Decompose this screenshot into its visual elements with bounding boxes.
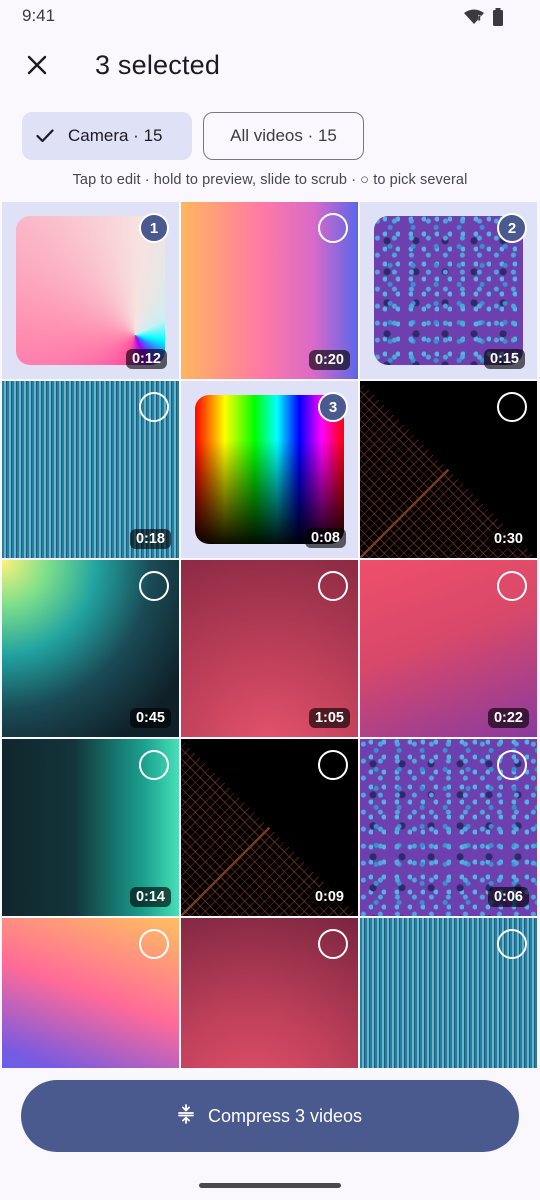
select-circle[interactable] — [139, 571, 169, 601]
video-tile[interactable] — [360, 918, 537, 1068]
select-circle[interactable] — [497, 571, 527, 601]
video-tile[interactable]: 3 0:08 — [181, 381, 358, 558]
home-indicator — [199, 1183, 341, 1188]
duration-label: 0:20 — [308, 350, 350, 370]
video-tile[interactable]: 0:22 — [360, 560, 537, 737]
check-icon — [36, 129, 54, 143]
duration-label: 0:14 — [129, 887, 171, 907]
filter-chip-all-videos[interactable]: All videos · 15 — [203, 112, 364, 160]
video-tile[interactable] — [2, 918, 179, 1068]
select-circle[interactable] — [497, 750, 527, 780]
compress-button-label: Compress 3 videos — [207, 1105, 363, 1126]
select-circle[interactable] — [139, 750, 169, 780]
video-tile[interactable]: 1:05 — [181, 560, 358, 737]
duration-label: 0:09 — [308, 887, 350, 907]
video-tile[interactable]: 0:14 — [2, 739, 179, 916]
video-tile[interactable]: 0:06 — [360, 739, 537, 916]
duration-label: 0:22 — [487, 708, 529, 728]
video-tile[interactable]: 2 0:15 — [360, 202, 537, 379]
close-icon — [26, 54, 48, 81]
video-tile[interactable]: 0:09 — [181, 739, 358, 916]
compress-icon — [178, 1103, 194, 1129]
selection-order-badge[interactable]: 3 — [318, 392, 348, 422]
duration-label: 0:12 — [125, 349, 167, 369]
select-circle[interactable] — [139, 392, 169, 422]
wifi-icon — [464, 9, 484, 30]
duration-label: 0:06 — [487, 887, 529, 907]
select-circle[interactable] — [497, 392, 527, 422]
video-tile[interactable]: 0:30 — [360, 381, 537, 558]
select-circle[interactable] — [139, 929, 169, 959]
status-bar: 9:41 — [0, 0, 540, 34]
duration-label: 0:15 — [483, 349, 525, 369]
battery-icon — [492, 8, 504, 31]
duration-label: 0:45 — [129, 708, 171, 728]
duration-label: 0:18 — [129, 529, 171, 549]
selection-order-badge[interactable]: 2 — [497, 213, 527, 243]
filter-chip-all-videos-label: All videos · 15 — [230, 126, 337, 145]
status-time: 9:41 — [22, 6, 56, 25]
selection-order-badge[interactable]: 1 — [139, 213, 169, 243]
hint-text: Tap to edit · hold to preview, slide to … — [72, 172, 468, 188]
bottom-bar: Compress 3 videos — [0, 1068, 540, 1200]
close-button[interactable] — [14, 44, 60, 90]
duration-label: 0:30 — [487, 529, 529, 549]
select-circle[interactable] — [318, 571, 348, 601]
page-title: 3 selected — [95, 50, 221, 80]
duration-label: 1:05 — [308, 708, 350, 728]
filter-chip-camera[interactable]: Camera · 15 — [22, 112, 192, 160]
select-circle[interactable] — [318, 213, 348, 243]
compress-button[interactable]: Compress 3 videos — [21, 1080, 519, 1152]
video-tile[interactable]: 0:20 — [181, 202, 358, 379]
video-tile[interactable]: 1 0:12 — [2, 202, 179, 379]
select-circle[interactable] — [318, 929, 348, 959]
app-bar: 3 selected — [0, 34, 540, 102]
select-circle[interactable] — [318, 750, 348, 780]
video-tile[interactable] — [181, 918, 358, 1068]
select-circle[interactable] — [497, 929, 527, 959]
video-grid: 1 0:12 0:20 2 0:15 0:18 3 0:08 0:30 0:45 1:05 0:22 0… — [0, 202, 540, 1068]
status-icons — [464, 8, 504, 31]
filter-chip-camera-label: Camera · 15 — [68, 126, 163, 145]
duration-label: 0:08 — [304, 528, 346, 548]
video-tile[interactable]: 0:45 — [2, 560, 179, 737]
video-tile[interactable]: 0:18 — [2, 381, 179, 558]
